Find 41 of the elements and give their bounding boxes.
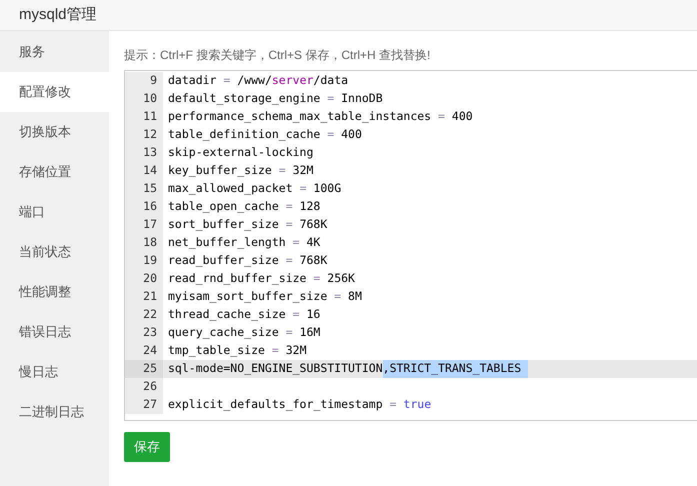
- code-line: read_rnd_buffer_size = 256K: [167, 270, 355, 288]
- line-number: 13: [125, 144, 163, 162]
- line-number: 11: [125, 108, 163, 126]
- line-number: 26: [125, 378, 163, 396]
- code-line: default_storage_engine = InnoDB: [167, 90, 383, 108]
- code-line: query_cache_size = 16M: [167, 324, 320, 342]
- code-line: net_buffer_length = 4K: [167, 234, 320, 252]
- code-line: read_buffer_size = 768K: [167, 252, 328, 270]
- line-number: 12: [125, 126, 163, 144]
- line-number: 17: [125, 216, 163, 234]
- line-number: 10: [125, 90, 163, 108]
- code-line: key_buffer_size = 32M: [167, 162, 314, 180]
- sidebar-item[interactable]: 配置修改: [0, 72, 109, 112]
- window-title: mysqld管理: [19, 4, 97, 25]
- code-line: table_open_cache = 128: [167, 198, 320, 216]
- line-number: 15: [125, 180, 163, 198]
- code-line: tmp_table_size = 32M: [167, 342, 306, 360]
- line-number: 14: [125, 162, 163, 180]
- code-line: table_definition_cache = 400: [167, 126, 362, 144]
- code-line: skip-external-locking: [167, 144, 314, 162]
- line-number: 18: [125, 234, 163, 252]
- code-line: max_allowed_packet = 100G: [167, 180, 342, 198]
- line-number: 9: [125, 72, 163, 90]
- line-number: 27: [125, 396, 163, 414]
- code-line: sort_buffer_size = 768K: [167, 216, 328, 234]
- line-number: 16: [125, 198, 163, 216]
- code-line: datadir = /www/server/data: [167, 72, 348, 90]
- code-line: myisam_sort_buffer_size = 8M: [167, 288, 362, 306]
- code-editor[interactable]: [124, 70, 697, 421]
- code-line: explicit_defaults_for_timestamp = true: [167, 396, 432, 414]
- code-line: sql-mode=NO_ENGINE_SUBSTITUTION,STRICT_TRANS_TABLES: [163, 360, 528, 378]
- line-number: 20: [125, 270, 163, 288]
- line-number: 22: [125, 306, 163, 324]
- line-number: 21: [125, 288, 163, 306]
- code-line: performance_schema_max_table_instances = 400: [167, 108, 473, 126]
- line-number: 25: [125, 360, 163, 378]
- line-number: 23: [125, 324, 163, 342]
- code-line: thread_cache_size = 16: [167, 306, 320, 324]
- hint-text: 提示：Ctrl+F 搜索关键字，Ctrl+S 保存，Ctrl+H 查找替换!: [124, 47, 432, 64]
- line-number: 24: [125, 342, 163, 360]
- line-number: 19: [125, 252, 163, 270]
